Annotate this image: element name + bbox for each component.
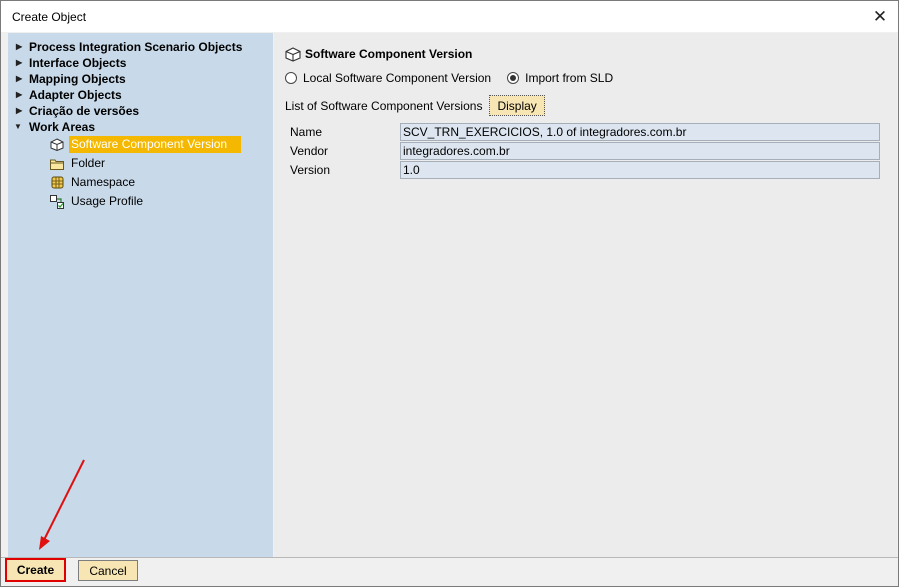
caret-right-icon[interactable]: ▶ <box>16 103 22 119</box>
tree-item-adapter-objects[interactable]: ▶ Adapter Objects <box>8 87 273 103</box>
tree-item-label: Work Areas <box>29 120 96 134</box>
tree-item-folder[interactable]: Folder <box>8 154 273 173</box>
local-scv-radio[interactable] <box>285 72 297 84</box>
close-icon: ✕ <box>872 6 888 26</box>
usage-profile-icon <box>50 194 64 209</box>
folder-icon <box>50 157 64 170</box>
scv-list-label: List of Software Component Versions <box>285 98 483 113</box>
tree-item-mapping-objects[interactable]: ▶ Mapping Objects <box>8 71 273 87</box>
software-component-icon <box>50 138 64 151</box>
tree-item-process-integration[interactable]: ▶ Process Integration Scenario Objects <box>8 39 273 55</box>
tree-item-label: Adapter Objects <box>29 88 122 102</box>
vendor-field[interactable]: integradores.com.br <box>400 142 880 160</box>
vendor-label: Vendor <box>290 144 329 158</box>
source-option-group: Local Software Component Version Import … <box>285 71 629 85</box>
import-sld-label[interactable]: Import from SLD <box>525 71 613 85</box>
object-type-tree: ▶ Process Integration Scenario Objects ▶… <box>8 39 273 211</box>
caret-right-icon[interactable]: ▶ <box>16 55 22 71</box>
namespace-icon <box>50 176 64 189</box>
caret-right-icon[interactable]: ▶ <box>16 71 22 87</box>
tree-item-label: Folder <box>71 156 106 170</box>
tree-item-label: Mapping Objects <box>29 72 126 86</box>
close-button[interactable]: ✕ <box>862 1 898 32</box>
tree-item-namespace[interactable]: Namespace <box>8 173 273 192</box>
tree-item-interface-objects[interactable]: ▶ Interface Objects <box>8 55 273 71</box>
dialog-title: Create Object <box>12 10 87 24</box>
tree-item-software-component-version[interactable]: Software Component Version <box>8 135 273 154</box>
tree-item-label: Software Component Version <box>71 137 228 151</box>
caret-right-icon[interactable]: ▶ <box>16 87 22 103</box>
scv-list-row: List of Software Component Versions Disp… <box>285 95 545 116</box>
version-label: Version <box>290 163 331 177</box>
create-button[interactable]: Create <box>5 558 66 582</box>
tree-item-label: Interface Objects <box>29 56 127 70</box>
title-bar: Create Object ✕ <box>1 1 898 32</box>
name-label: Name <box>290 125 323 139</box>
caret-down-icon[interactable]: ▼ <box>14 119 22 135</box>
local-scv-label[interactable]: Local Software Component Version <box>303 71 491 85</box>
cancel-button[interactable]: Cancel <box>78 560 138 581</box>
tree-item-work-areas[interactable]: ▼ Work Areas <box>8 119 273 135</box>
tree-item-label: Namespace <box>71 175 136 189</box>
object-type-sidebar: ▶ Process Integration Scenario Objects ▶… <box>8 33 273 557</box>
create-object-dialog: Create Object ✕ ▶ Process Integration Sc… <box>0 0 899 587</box>
dialog-footer: Create Cancel <box>1 557 898 586</box>
software-component-icon <box>285 46 301 62</box>
tree-item-label: Process Integration Scenario Objects <box>29 40 243 54</box>
name-field[interactable]: SCV_TRN_EXERCICIOS, 1.0 of integradores.… <box>400 123 880 141</box>
section-heading: Software Component Version <box>285 46 472 62</box>
section-title: Software Component Version <box>305 47 473 61</box>
caret-right-icon[interactable]: ▶ <box>16 39 22 55</box>
tree-item-label: Criação de versões <box>29 104 140 118</box>
display-button[interactable]: Display <box>489 95 545 116</box>
details-panel: Software Component Version Local Softwar… <box>274 33 897 557</box>
version-field[interactable]: 1.0 <box>400 161 880 179</box>
tree-item-label: Usage Profile <box>71 194 144 208</box>
tree-item-usage-profile[interactable]: Usage Profile <box>8 192 273 211</box>
tree-item-criacao-versoes[interactable]: ▶ Criação de versões <box>8 103 273 119</box>
import-sld-radio[interactable] <box>507 72 520 84</box>
